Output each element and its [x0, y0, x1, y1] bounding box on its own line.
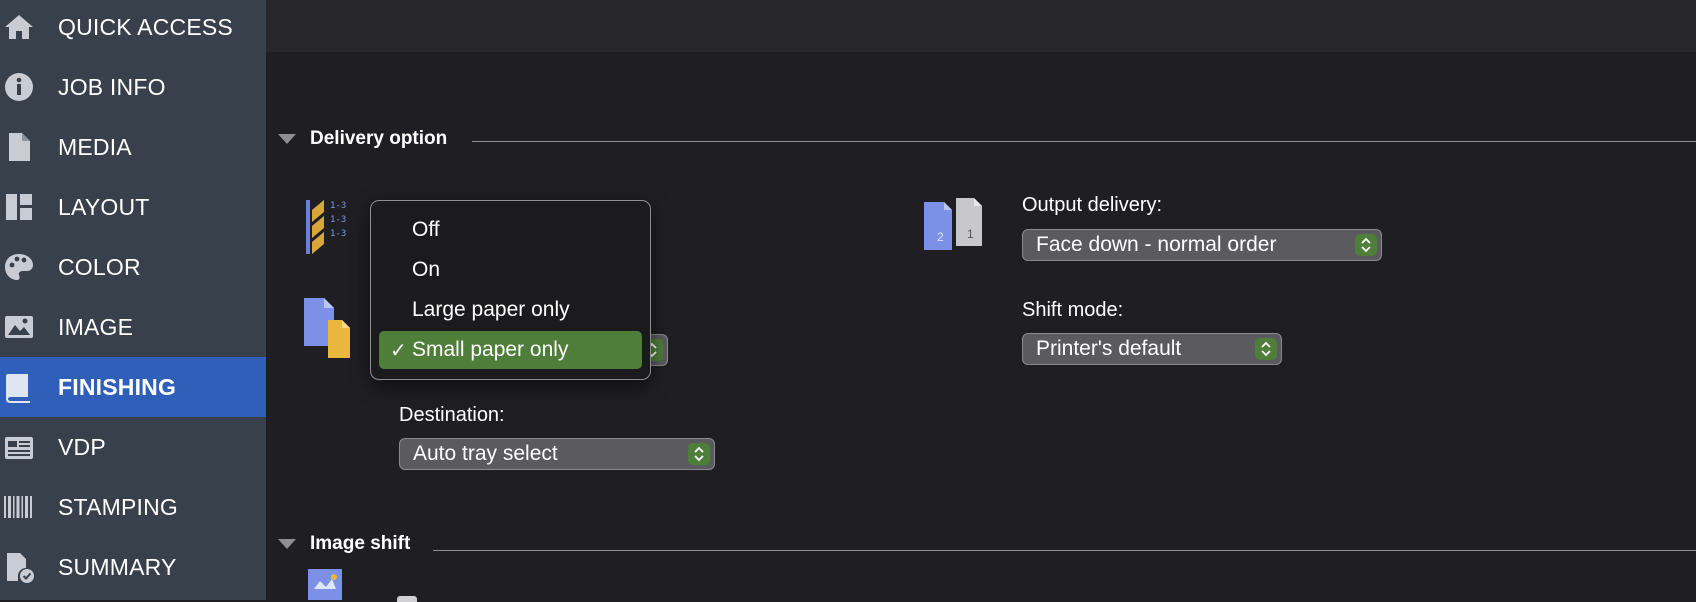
svg-text:1-3: 1-3 [330, 201, 346, 211]
shift-mode-popup[interactable]: Printer's default [1022, 333, 1282, 365]
sidebar-item-summary[interactable]: SUMMARY [0, 537, 266, 597]
home-icon [5, 15, 33, 39]
sidebar-item-label: COLOR [58, 253, 141, 280]
section-header-delivery-option[interactable]: Delivery option [278, 125, 447, 153]
sidebar-item-label: VDP [58, 433, 106, 460]
menu-item-label: Small paper only [412, 338, 569, 361]
sidebar-item-finishing[interactable]: FINISHING [0, 357, 266, 417]
sidebar-item-label: SUMMARY [58, 553, 177, 580]
top-toolbar [266, 0, 1696, 52]
section-divider [433, 550, 1696, 551]
collate-icon: 1-3 1-3 1-3 [306, 200, 346, 254]
destination-value: Auto tray select [413, 442, 558, 465]
sidebar-item-color[interactable]: COLOR [0, 237, 266, 297]
sidebar: QUICK ACCESS JOB INFO MEDIA LAYOUT COLOR… [0, 0, 266, 600]
shift-mode-label: Shift mode: [1022, 299, 1124, 321]
info-icon [5, 73, 33, 101]
image-shift-icon [308, 569, 342, 600]
disclosure-triangle-icon[interactable] [278, 134, 296, 144]
popup-stepper-icon [1255, 338, 1277, 360]
svg-text:2: 2 [937, 230, 944, 244]
shift-mode-value: Printer's default [1036, 337, 1182, 360]
sidebar-item-vdp[interactable]: VDP [0, 417, 266, 477]
menu-item-small-paper-only[interactable]: ✓ Small paper only [379, 331, 642, 369]
destination-label: Destination: [399, 404, 505, 426]
image-shift-checkbox[interactable] [397, 596, 417, 602]
paper-size-icon [304, 298, 350, 358]
svg-text:1: 1 [967, 227, 974, 241]
menu-item-off[interactable]: Off [379, 211, 642, 249]
section-divider [472, 141, 1696, 142]
layout-icon [6, 194, 32, 220]
disclosure-triangle-icon[interactable] [278, 539, 296, 549]
popup-stepper-icon [688, 443, 710, 465]
sidebar-item-media[interactable]: MEDIA [0, 117, 266, 177]
sidebar-item-job-info[interactable]: JOB INFO [0, 57, 266, 117]
sidebar-item-image[interactable]: IMAGE [0, 297, 266, 357]
popup-stepper-icon [1355, 234, 1377, 256]
output-delivery-label: Output delivery: [1022, 194, 1163, 216]
sidebar-item-label: FINISHING [58, 373, 177, 400]
svg-text:1-3: 1-3 [330, 229, 346, 239]
svg-text:1-3: 1-3 [330, 215, 346, 225]
checkmark-icon: ✓ [390, 339, 407, 362]
menu-item-large-paper-only[interactable]: Large paper only [379, 291, 642, 329]
palette-icon [5, 254, 33, 280]
summary-icon [7, 553, 34, 583]
menu-item-label: Off [412, 218, 440, 241]
sidebar-item-label: IMAGE [58, 313, 134, 340]
section-header-image-shift[interactable]: Image shift [278, 530, 410, 558]
book-icon [6, 374, 30, 403]
sidebar-item-layout[interactable]: LAYOUT [0, 177, 266, 237]
sidebar-item-label: MEDIA [58, 133, 132, 160]
collate-dropdown-menu: Off On Large paper only ✓ Small paper on… [370, 200, 651, 380]
barcode-icon [4, 496, 32, 518]
document-icon [9, 133, 30, 161]
sidebar-item-quick-access[interactable]: QUICK ACCESS [0, 0, 266, 57]
destination-popup[interactable]: Auto tray select [399, 438, 715, 470]
section-title: Delivery option [310, 128, 448, 149]
output-delivery-popup[interactable]: Face down - normal order [1022, 229, 1382, 261]
section-title: Image shift [310, 533, 411, 554]
menu-item-label: Large paper only [412, 298, 570, 321]
output-delivery-value: Face down - normal order [1036, 233, 1277, 256]
sidebar-item-label: STAMPING [58, 493, 179, 520]
sidebar-item-label: JOB INFO [58, 73, 166, 100]
image-icon [5, 316, 33, 338]
sidebar-item-label: QUICK ACCESS [58, 13, 233, 40]
output-delivery-icon: 2 1 [924, 198, 982, 250]
sidebar-item-stamping[interactable]: STAMPING [0, 477, 266, 537]
menu-item-on[interactable]: On [379, 251, 642, 289]
sidebar-item-label: LAYOUT [58, 193, 150, 220]
vdp-icon [5, 437, 33, 459]
menu-item-label: On [412, 258, 441, 281]
